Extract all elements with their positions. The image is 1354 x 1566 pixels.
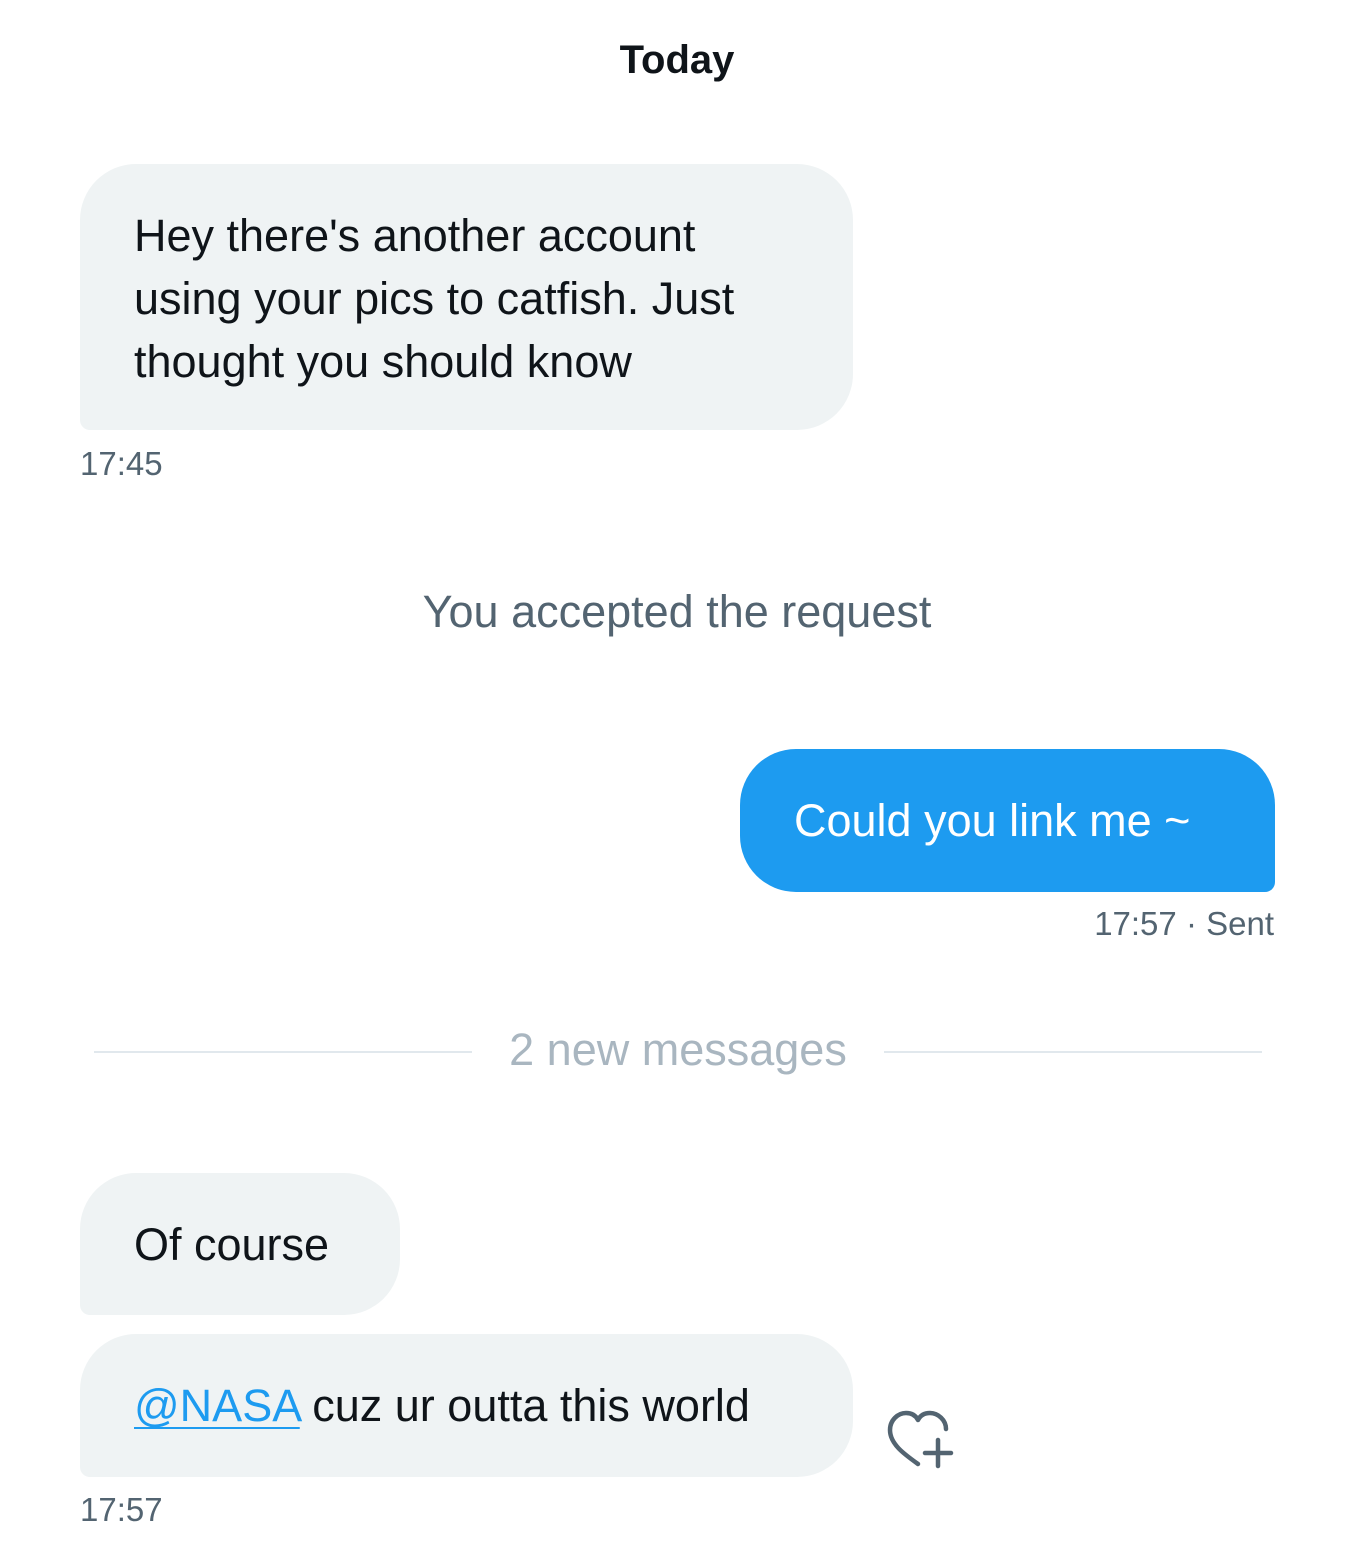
message-text: cuz ur outta this world: [299, 1380, 750, 1431]
message-meta: 17:57 · Sent: [1094, 904, 1274, 944]
message-text: Of course: [134, 1219, 330, 1270]
day-header: Today: [619, 38, 735, 82]
system-notice: You accepted the request: [422, 586, 932, 637]
message-status: · Sent: [1185, 905, 1274, 942]
mention-link[interactable]: @NASA: [134, 1380, 300, 1431]
message-timestamp: 17:57: [80, 1491, 163, 1528]
incoming-message-bubble[interactable]: Of course: [80, 1173, 400, 1315]
incoming-message-bubble[interactable]: Hey there's another account using your p…: [80, 164, 853, 430]
message-timestamp: 17:57: [1094, 905, 1177, 942]
message-timestamp: 17:45: [80, 445, 163, 482]
heart-plus-icon[interactable]: [884, 1408, 956, 1470]
outgoing-message-bubble[interactable]: Could you link me ~: [740, 749, 1275, 892]
divider-line-right: [884, 1051, 1262, 1053]
message-text: Hey there's another account using your p…: [134, 210, 735, 387]
new-messages-divider: 2 new messages: [509, 1024, 847, 1075]
message-text: Could you link me ~: [794, 795, 1191, 846]
incoming-message-bubble[interactable]: @NASA cuz ur outta this world: [80, 1334, 853, 1477]
heart-plus-icon-glyph: [887, 1410, 954, 1469]
divider-line-left: [94, 1051, 472, 1053]
